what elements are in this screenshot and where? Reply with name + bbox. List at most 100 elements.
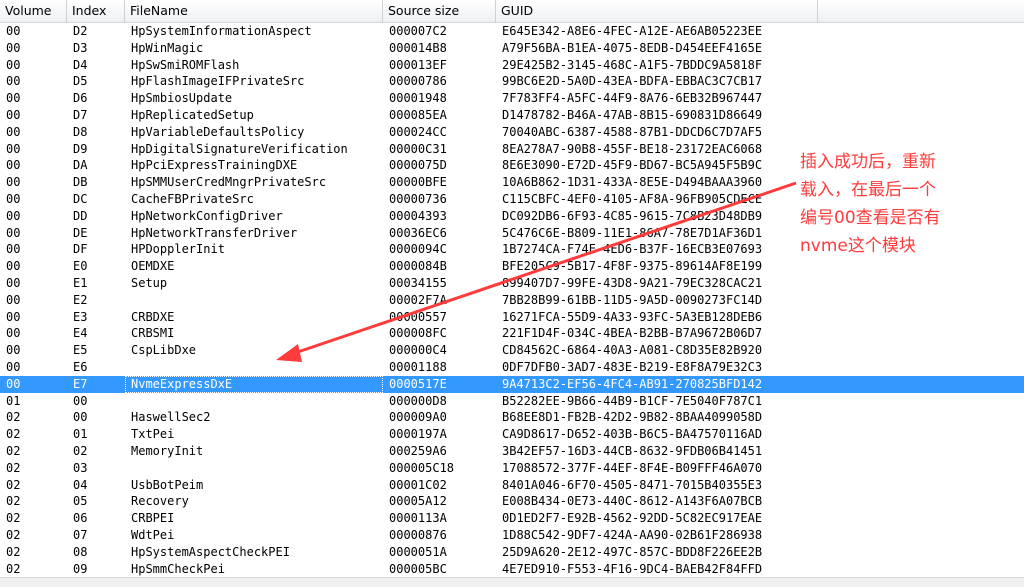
filename-cell: HpSmbiosUpdate [131, 91, 233, 106]
table-row[interactable]: 02 01 TxtPei 0000197A CA9D8617-D652-403B-B6C… [0, 426, 1024, 443]
column-header-source-size[interactable]: Source size [383, 0, 496, 22]
guid-cell: 8EA278A7-90B8-455F-BE18-23172EAC6068 [502, 141, 763, 156]
source-size-cell: 0000113A [389, 511, 447, 526]
volume-cell: 01 [6, 393, 21, 408]
table-row[interactable]: 02 08 HpSystemAspectCheckPEI 0000051A 25D9A6… [0, 544, 1024, 561]
table-row[interactable]: 00 E2 00002F7A 7BB28B99-61BB-11D5-9A5D-0090… [0, 292, 1024, 309]
volume-cell: 00 [6, 91, 21, 106]
source-size-cell: 000014B8 [389, 40, 447, 55]
volume-cell: 00 [6, 225, 21, 240]
guid-cell: 0DF7DFB0-3AD7-483E-B219-E8F8A79E32C3 [502, 359, 763, 374]
table-row[interactable]: 02 03 000005C18 17088572-377F-44EF-8F4E-B09… [0, 460, 1024, 477]
table-row[interactable]: 02 09 HpSmmCheckPei 000005BC 4E7ED910-F553-4… [0, 561, 1024, 578]
index-cell: E7 [73, 376, 88, 391]
table-row[interactable]: 02 05 Recovery 00005A12 E008B434-0E73-440C-8… [0, 493, 1024, 510]
table-row[interactable]: 00 D8 HpVariableDefaultsPolicy 000024CC 7004… [0, 124, 1024, 141]
table-row[interactable]: 02 07 WdtPei 00000876 1D88C542-9DF7-424A-AA9… [0, 527, 1024, 544]
table-row[interactable]: 00 D5 HpFlashImageIFPrivateSrc 00000786 99BC… [0, 73, 1024, 90]
index-cell: 07 [73, 527, 88, 542]
filename-cell: TxtPei [131, 427, 175, 442]
volume-cell: 00 [6, 107, 21, 122]
column-header-guid[interactable]: GUID [496, 0, 818, 22]
filename-cell: MemoryInit [131, 443, 204, 458]
volume-cell: 00 [6, 242, 21, 257]
guid-cell: A79F56BA-B1EA-4075-8EDB-D454EEF4165E [502, 40, 763, 55]
index-cell: E1 [73, 275, 88, 290]
horizontal-scrollbar[interactable] [0, 577, 1024, 587]
guid-cell: 5C476C6E-B809-11E1-86A7-78E7D1AF36D1 [502, 225, 763, 240]
source-size-cell: 00004393 [389, 208, 447, 223]
index-cell: D8 [73, 124, 88, 139]
index-cell: D2 [73, 24, 88, 38]
table-row[interactable]: 00 D3 HpWinMagic 000014B8 A79F56BA-B1EA-4075… [0, 40, 1024, 57]
table-row[interactable]: 02 00 HaswellSec2 000009A0 B68EE8D1-FB2B-42D… [0, 409, 1024, 426]
index-cell: E3 [73, 309, 88, 324]
table-row-selected[interactable]: 00 E7 NvmeExpressDxE 0000517E 9A4713C2-EF56-… [0, 375, 1024, 393]
filename-cell: NvmeExpressDxE [131, 376, 233, 391]
guid-cell: 3B42EF57-16D3-44CB-8632-9FDB06B41451 [502, 443, 763, 458]
table-row[interactable]: 00 E3 CRBDXE 00000557 16271FCA-55D9-4A33-93F… [0, 309, 1024, 326]
volume-cell: 02 [6, 427, 21, 442]
volume-cell: 00 [6, 24, 21, 38]
table-row[interactable]: 00 E4 CRBSMI 000008FC 221F1D4F-034C-4BEA-B2B… [0, 325, 1024, 342]
table-row[interactable]: 02 06 CRBPEI 0000113A 0D1ED2F7-E92B-4562-92D… [0, 510, 1024, 527]
filename-cell [125, 460, 383, 477]
source-size-cell: 00036EC6 [389, 225, 447, 240]
guid-cell: 221F1D4F-034C-4BEA-B2BB-B7A9672B06D7 [502, 326, 763, 341]
index-cell: 02 [73, 443, 88, 458]
guid-cell: 17088572-377F-44EF-8F4E-B09FFF46A070 [502, 460, 763, 475]
guid-cell: 0D1ED2F7-E92B-4562-92DD-5C82EC917EAE [502, 511, 763, 526]
table-row[interactable]: 00 E1 Setup 00034155 899407D7-99FE-43D8-9A21… [0, 275, 1024, 292]
table-row[interactable]: 00 D7 HpReplicatedSetup 000085EA D1478782-B4… [0, 107, 1024, 124]
table-row[interactable]: 02 02 MemoryInit 000259A6 3B42EF57-16D3-44CB… [0, 443, 1024, 460]
guid-cell: CD84562C-6864-40A3-A081-C8D35E82B920 [502, 343, 763, 358]
source-size-cell: 000005BC [389, 561, 447, 576]
source-size-cell: 0000197A [389, 427, 447, 442]
guid-cell: DC092DB6-6F93-4C85-9615-7C8B23D48DB9 [502, 208, 763, 223]
filename-cell [125, 359, 383, 376]
annotation-note: 插入成功后，重新 载入，在最后一个 编号00查看是否有 nvme这个模块 [800, 152, 941, 256]
filename-cell: HpDigitalSignatureVerification [131, 141, 348, 156]
guid-cell: 70040ABC-6387-4588-87B1-DDCD6C7D7AF5 [502, 124, 763, 139]
volume-cell: 00 [6, 292, 21, 307]
guid-cell: 25D9A620-2E12-497C-857C-BDD8F226EE2B [502, 544, 763, 559]
column-header-index[interactable]: Index [67, 0, 125, 22]
column-header-filler [818, 0, 1024, 22]
table-row[interactable]: 00 E6 00001188 0DF7DFB0-3AD7-483E-B219-E8F8… [0, 359, 1024, 376]
volume-cell: 02 [6, 443, 21, 458]
volume-cell: 00 [6, 124, 21, 139]
table-row[interactable]: 00 D4 HpSwSmiROMFlash 000013EF 29E425B2-3145… [0, 57, 1024, 74]
filename-cell: HpSwSmiROMFlash [131, 57, 240, 72]
filename-cell: HPDopplerInit [131, 242, 225, 257]
table-row[interactable]: 00 D2 HpSystemInformationAspect 000007C2 E64… [0, 23, 1024, 40]
table-row[interactable]: 00 E0 OEMDXE 0000084B BFE205C9-5B17-4F8F-937… [0, 258, 1024, 275]
filename-cell: HpSystemInformationAspect [131, 24, 312, 38]
table-row[interactable]: 00 E5 CspLibDxe 000000C4 CD84562C-6864-40A3-… [0, 342, 1024, 359]
table-row[interactable]: 02 04 UsbBotPeim 00001C02 8401A046-6F70-4505… [0, 477, 1024, 494]
filename-cell: UsbBotPeim [131, 477, 204, 492]
source-size-cell: 00001C02 [389, 477, 447, 492]
volume-cell: 00 [6, 158, 21, 173]
volume-cell: 02 [6, 410, 21, 425]
filename-cell: Recovery [131, 494, 189, 509]
index-cell: D6 [73, 91, 88, 106]
index-cell: DC [73, 191, 88, 206]
source-size-cell: 000007C2 [389, 24, 447, 38]
guid-cell: 10A6B862-1D31-433A-8E5E-D494BAAA3960 [502, 175, 763, 190]
table-row[interactable]: 01 00 000000D8 B52282EE-9B66-44B9-B1CF-7E50… [0, 393, 1024, 410]
column-header-volume[interactable]: Volume [0, 0, 67, 22]
volume-cell: 02 [6, 544, 21, 559]
source-size-cell: 000000C4 [389, 343, 447, 358]
filename-cell: OEMDXE [131, 259, 175, 274]
volume-cell: 00 [6, 208, 21, 223]
column-header-filename[interactable]: FileName [125, 0, 383, 22]
index-cell: DF [73, 242, 88, 257]
file-list-view[interactable]: Volume Index FileName Source size GUID 0… [0, 0, 1024, 587]
filename-cell: WdtPei [131, 527, 175, 542]
filename-cell: HaswellSec2 [131, 410, 211, 425]
guid-cell: 99BC6E2D-5A0D-43EA-BDFA-EBBAC3C7CB17 [502, 74, 763, 89]
table-row[interactable]: 00 D6 HpSmbiosUpdate 00001948 7F783FF4-A5FC-… [0, 90, 1024, 107]
volume-cell: 00 [6, 359, 21, 374]
guid-cell: 4E7ED910-F553-4F16-9DC4-BAEB42F84FFD [502, 561, 763, 576]
index-cell: D9 [73, 141, 88, 156]
